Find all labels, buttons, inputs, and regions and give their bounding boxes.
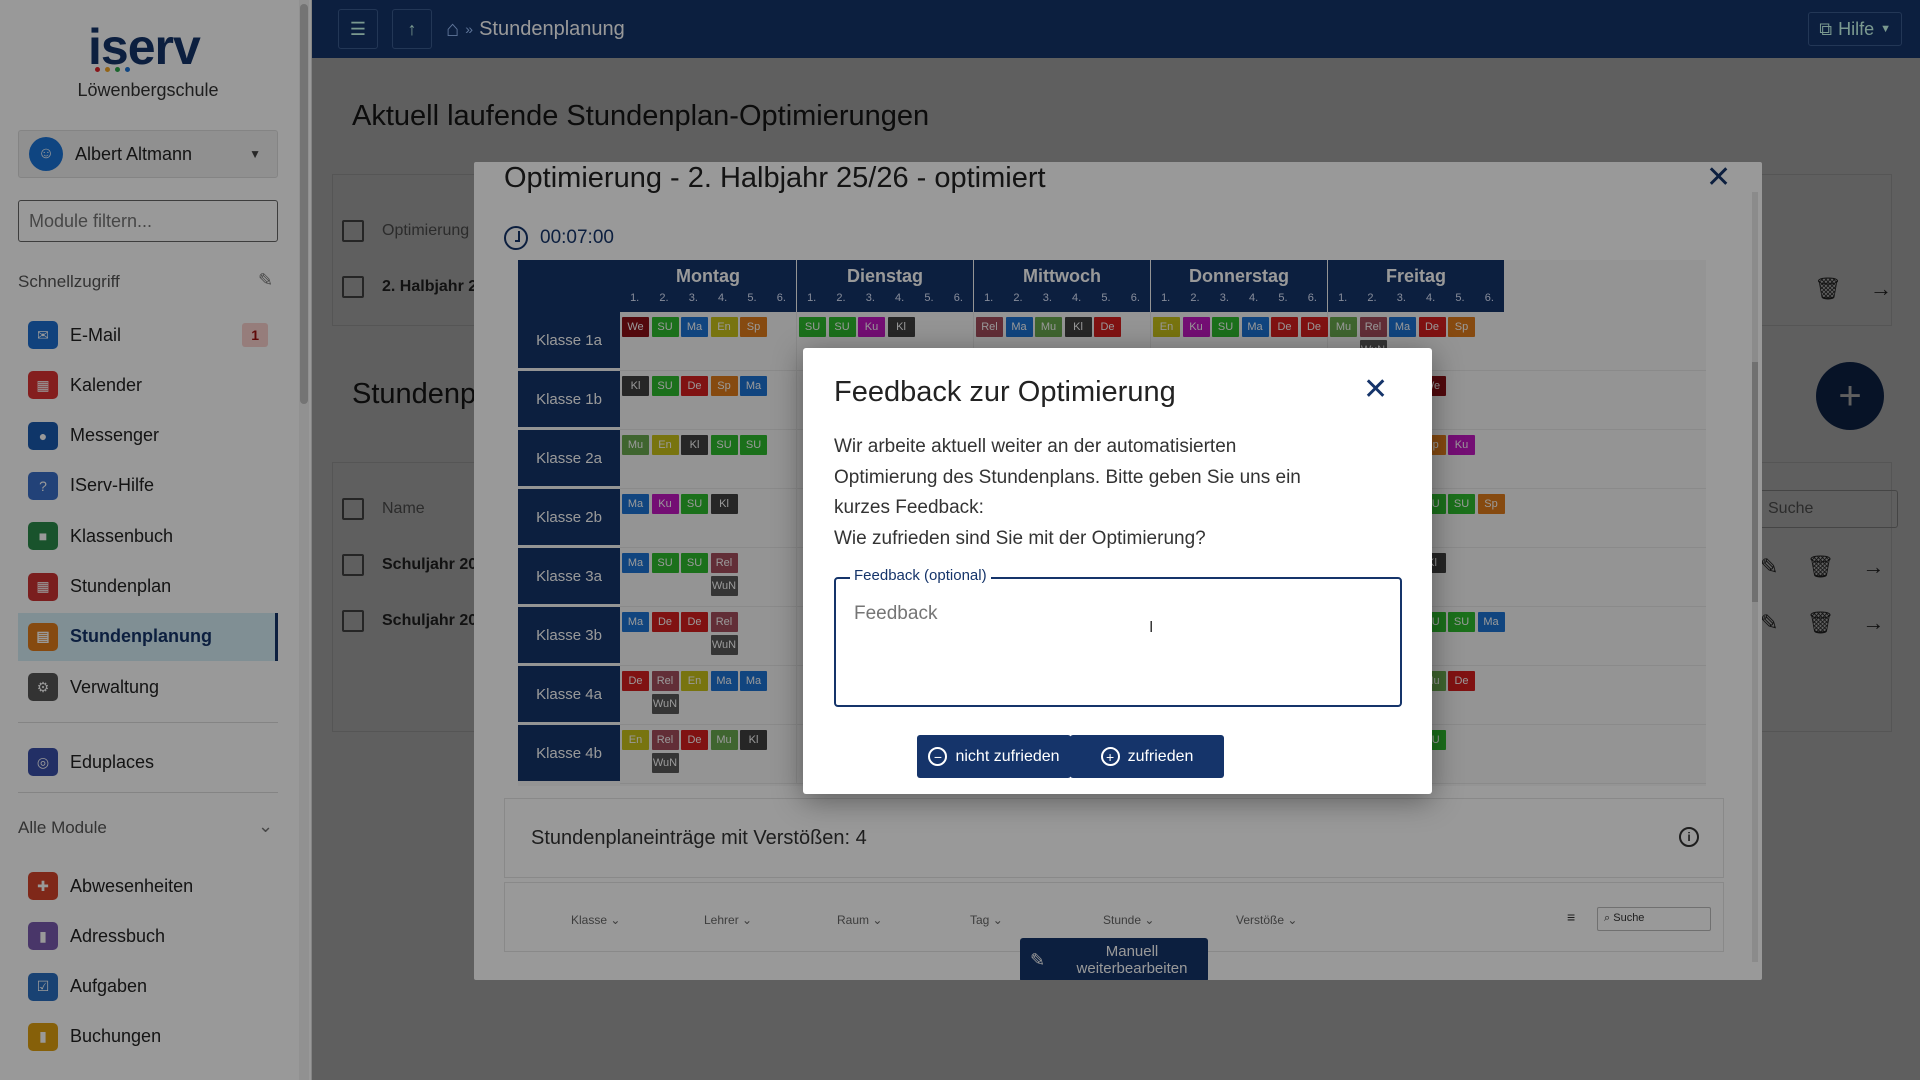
not-satisfied-button[interactable]: − nicht zufrieden bbox=[917, 735, 1071, 778]
feedback-dialog: Feedback zur Optimierung ✕ Wir arbeite a… bbox=[803, 348, 1432, 794]
text-cursor-icon: I bbox=[1149, 619, 1154, 636]
close-icon[interactable]: ✕ bbox=[1363, 372, 1388, 407]
message-line: Wie zufrieden sind Sie mit der Optimieru… bbox=[834, 527, 1206, 549]
feedback-textarea[interactable] bbox=[854, 603, 1374, 693]
satisfied-label: zufrieden bbox=[1127, 747, 1194, 765]
message-line: Optimierung des Stundenplans. Bitte gebe… bbox=[834, 466, 1301, 488]
dialog-message: Wir arbeite aktuell weiter an der automa… bbox=[834, 432, 1394, 554]
not-satisfied-label: nicht zufrieden bbox=[955, 747, 1060, 765]
message-line: kurzes Feedback: bbox=[834, 497, 984, 518]
minus-circle-icon: − bbox=[928, 747, 948, 766]
feedback-field-label: Feedback (optional) bbox=[850, 567, 991, 584]
feedback-field[interactable]: Feedback (optional) I bbox=[834, 567, 1402, 707]
satisfied-button[interactable]: + zufrieden bbox=[1070, 735, 1224, 778]
message-line: Wir arbeite aktuell weiter an der automa… bbox=[834, 436, 1237, 457]
plus-circle-icon: + bbox=[1100, 747, 1120, 766]
dialog-title: Feedback zur Optimierung bbox=[834, 376, 1176, 408]
